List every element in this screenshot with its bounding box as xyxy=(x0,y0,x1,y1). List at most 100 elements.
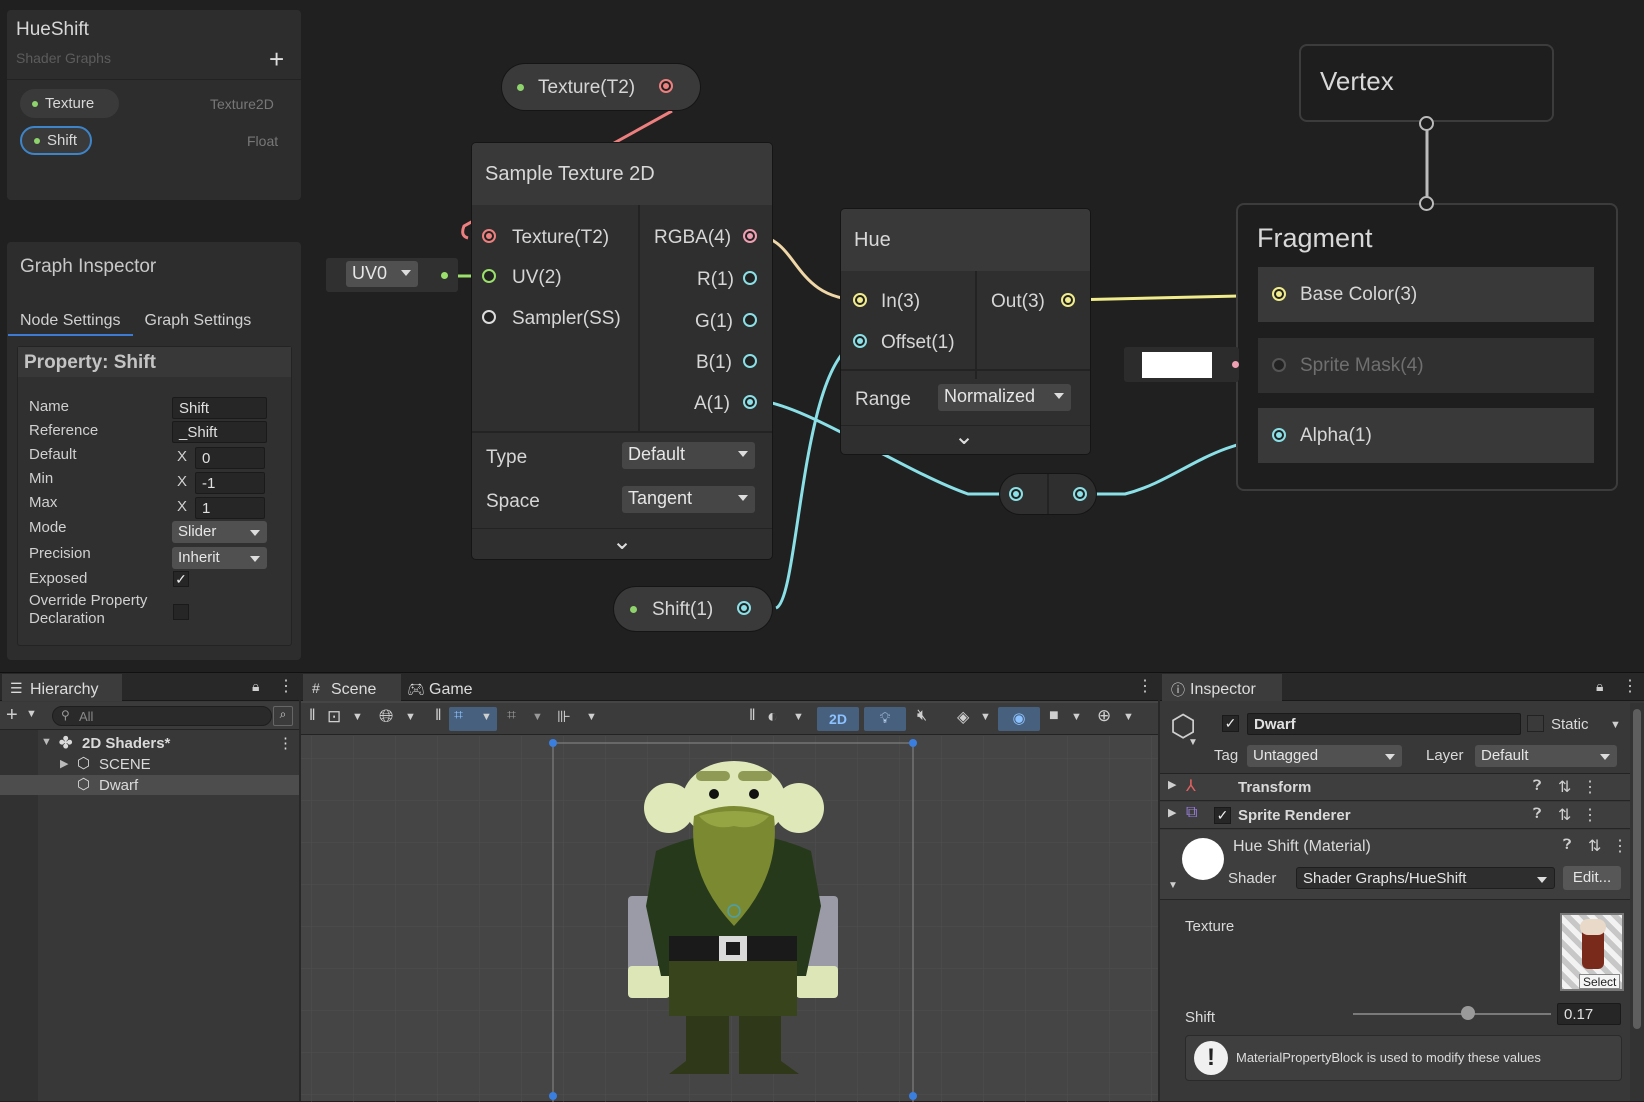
light-bulb-icon[interactable]: 💡︎ xyxy=(864,707,906,731)
static-checkbox[interactable] xyxy=(1527,715,1544,732)
shading-icon[interactable]: ◐ xyxy=(767,706,778,727)
tab-graph-settings[interactable]: Graph Settings xyxy=(133,308,264,336)
base-color-port-icon[interactable] xyxy=(1272,287,1286,301)
expand-right-icon[interactable]: ▶ xyxy=(60,757,68,770)
alpha-block[interactable]: Alpha(1) xyxy=(1258,408,1594,463)
chevron-down-icon[interactable]: ▼ xyxy=(481,711,492,723)
scene-search-icon[interactable]: ⌕ xyxy=(273,706,293,726)
grid-snap-icon[interactable]: ⌗ xyxy=(507,707,516,725)
globe-icon[interactable]: 🌐︎ xyxy=(379,706,393,727)
rgba-output-port-icon[interactable] xyxy=(743,229,757,243)
chevron-down-icon[interactable]: ▼ xyxy=(405,711,416,723)
hierarchy-search-input[interactable]: ⚲ All xyxy=(52,706,272,726)
range-dropdown[interactable]: Normalized xyxy=(938,384,1071,411)
expand-down-icon[interactable]: ▼ xyxy=(41,736,52,748)
more-icon[interactable]: ⋮ xyxy=(1582,777,1598,797)
tab-scene[interactable]: # Scene xyxy=(303,674,401,701)
ruler-icon[interactable]: ⊪ xyxy=(557,707,571,727)
vertex-context[interactable]: Vertex xyxy=(1299,44,1554,122)
inspector-scrollbar[interactable] xyxy=(1630,703,1644,1101)
chevron-down-icon[interactable]: ▼ xyxy=(1610,719,1621,731)
expand-chevron-icon[interactable]: ⌄ xyxy=(612,527,632,556)
type-dropdown[interactable]: Default xyxy=(622,442,755,469)
sprite-renderer-component[interactable]: ▶ ⧉ ✓ Sprite Renderer ❓︎ ⇅ ⋮ xyxy=(1160,802,1630,829)
chevron-down-icon[interactable]: ▼ xyxy=(352,711,363,723)
lock-icon[interactable]: 🔒︎ xyxy=(1596,678,1603,695)
add-property-button[interactable]: + xyxy=(269,44,284,75)
shift-property-node[interactable]: Shift(1) xyxy=(614,587,772,631)
shader-graph-canvas[interactable]: HueShift Shader Graphs + Texture Texture… xyxy=(0,0,1644,672)
exposed-checkbox[interactable]: ✓ xyxy=(173,571,189,587)
shift-value-field[interactable]: 0.17 xyxy=(1557,1003,1621,1025)
chevron-down-icon[interactable]: ▼ xyxy=(586,711,597,723)
redirect-out-port-icon[interactable] xyxy=(1073,487,1087,501)
active-checkbox[interactable]: ✓ xyxy=(1222,715,1239,732)
edit-shader-button[interactable]: Edit... xyxy=(1563,866,1621,890)
sprite-mask-port-icon[interactable] xyxy=(1272,358,1286,372)
chevron-down-icon[interactable]: ▼ xyxy=(1168,880,1178,891)
property-texture[interactable]: Texture xyxy=(20,89,119,118)
audio-mute-icon[interactable]: 🔇︎ xyxy=(917,707,927,725)
uv-node[interactable]: UV0 xyxy=(326,258,458,292)
fragment-context[interactable]: Fragment Base Color(3) Sprite Mask(4) Al… xyxy=(1236,203,1618,491)
more-icon[interactable]: ⋮ xyxy=(1612,836,1628,856)
chevron-down-icon[interactable]: ▼ xyxy=(1188,737,1198,748)
tab-inspector[interactable]: ⓘ Inspector xyxy=(1162,674,1282,701)
sprite-mask-block[interactable]: Sprite Mask(4) xyxy=(1258,338,1594,393)
more-icon[interactable]: ⋮ xyxy=(1622,676,1638,696)
tab-hierarchy[interactable]: ☰ Hierarchy xyxy=(2,674,122,701)
object-name-field[interactable]: Dwarf xyxy=(1247,713,1521,735)
move-tool-icon[interactable]: ⊡ xyxy=(327,707,341,727)
property-shift[interactable]: Shift xyxy=(20,126,92,155)
shift-slider-track[interactable] xyxy=(1353,1013,1551,1015)
shift-slider-thumb[interactable] xyxy=(1460,1006,1475,1020)
default-field[interactable]: 0 xyxy=(195,447,265,469)
override-checkbox[interactable] xyxy=(173,604,189,620)
tab-node-settings[interactable]: Node Settings xyxy=(8,308,133,336)
transform-component[interactable]: ▶ ⅄ Transform ❓︎ ⇅ ⋮ xyxy=(1160,774,1630,801)
visibility-icon[interactable]: ◉ xyxy=(998,707,1040,731)
color-input-node[interactable] xyxy=(1124,347,1239,382)
2d-toggle[interactable]: 2D xyxy=(817,707,859,731)
uv-port-icon[interactable] xyxy=(441,272,448,279)
more-icon[interactable]: ⋮ xyxy=(278,676,294,696)
layer-dropdown[interactable]: Default xyxy=(1475,745,1617,767)
scrollbar-thumb[interactable] xyxy=(1633,709,1641,1029)
chevron-down-icon[interactable]: ▼ xyxy=(793,711,804,723)
r-output-port-icon[interactable] xyxy=(743,271,757,285)
space-dropdown[interactable]: Tangent xyxy=(622,486,755,513)
sampler-input-port-icon[interactable] xyxy=(482,310,496,324)
help-icon[interactable]: ❓︎ xyxy=(1533,777,1541,794)
base-color-block[interactable]: Base Color(3) xyxy=(1258,267,1594,322)
alpha-port-icon[interactable] xyxy=(1272,428,1286,442)
preset-icon[interactable]: ⇅ xyxy=(1558,805,1571,825)
scene-viewport[interactable] xyxy=(301,736,1158,1102)
texture-output-port-icon[interactable] xyxy=(659,79,673,93)
reference-field[interactable]: _Shift xyxy=(172,421,267,443)
min-field[interactable]: -1 xyxy=(195,472,265,494)
help-icon[interactable]: ❓︎ xyxy=(1563,836,1571,853)
offset-input-port-icon[interactable] xyxy=(853,334,867,348)
more-icon[interactable]: ⋮ xyxy=(278,734,293,752)
camera-icon[interactable]: ■ xyxy=(1049,707,1059,725)
preset-icon[interactable]: ⇅ xyxy=(1588,836,1601,856)
shift-output-port-icon[interactable] xyxy=(737,601,751,615)
name-field[interactable]: Shift xyxy=(172,397,267,419)
chevron-down-icon[interactable]: ▼ xyxy=(26,708,37,720)
max-field[interactable]: 1 xyxy=(195,497,265,519)
expand-right-icon[interactable]: ▶ xyxy=(1168,806,1176,819)
expand-right-icon[interactable]: ▶ xyxy=(1168,778,1176,791)
g-output-port-icon[interactable] xyxy=(743,313,757,327)
chevron-down-icon[interactable]: ▼ xyxy=(532,711,543,723)
gizmos-icon[interactable]: ⊕ xyxy=(1097,706,1111,726)
texture-property-node[interactable]: Texture(T2) xyxy=(502,64,700,110)
chevron-down-icon[interactable]: ▼ xyxy=(1123,711,1134,723)
tab-game[interactable]: 🎮︎ Game xyxy=(401,674,493,701)
out-output-port-icon[interactable] xyxy=(1061,293,1075,307)
add-icon[interactable]: + xyxy=(6,704,18,727)
shader-dropdown[interactable]: Shader Graphs/HueShift xyxy=(1296,867,1555,889)
uv-input-port-icon[interactable] xyxy=(482,269,496,283)
tag-dropdown[interactable]: Untagged xyxy=(1247,745,1402,767)
a-output-port-icon[interactable] xyxy=(743,395,757,409)
lock-icon[interactable]: 🔒︎ xyxy=(252,678,259,695)
